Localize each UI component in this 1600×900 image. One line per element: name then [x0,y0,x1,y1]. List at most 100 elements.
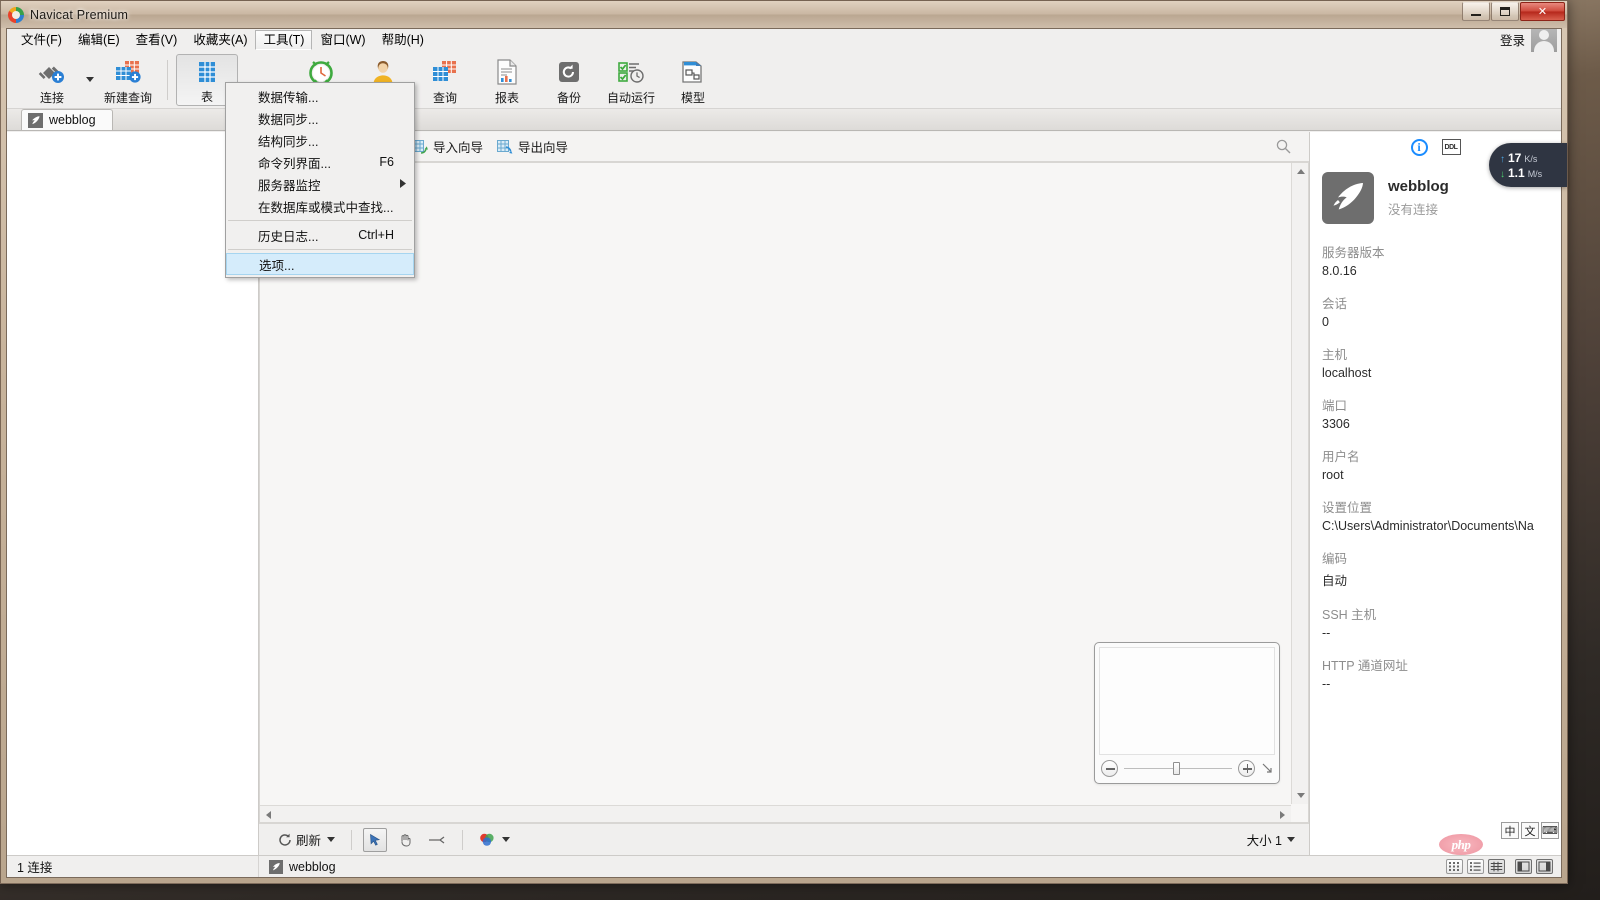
menu-help[interactable]: 帮助(H) [374,30,432,50]
scroll-up-button[interactable] [1292,163,1308,180]
close-button[interactable]: ✕ [1520,2,1565,21]
export-wizard-button[interactable]: 导出向导 [497,137,568,156]
chevron-down-icon[interactable] [1287,837,1295,842]
avatar[interactable] [1531,29,1557,52]
field-value: 0 [1322,315,1329,329]
menu-edit[interactable]: 编辑(E) [70,30,128,50]
toolbar-backup-button[interactable]: 备份 [538,54,600,106]
login-area: 登录 [1500,29,1557,52]
zoom-slider[interactable] [1124,760,1232,777]
canvas-vertical-scrollbar[interactable] [1291,163,1308,804]
menu-item-label: 数据传输... [258,90,319,105]
pane-left-icon[interactable] [1515,859,1532,874]
refresh-button[interactable]: 刷新 [273,828,340,852]
field-value: localhost [1322,366,1372,380]
maximize-button[interactable] [1491,2,1519,21]
login-link[interactable]: 登录 [1500,30,1525,49]
connection-tab-webblog[interactable]: webblog [21,109,113,130]
connection-dropdown-caret[interactable] [83,54,97,106]
field-value: -- [1322,677,1331,691]
automation-icon [616,58,646,86]
menu-item-label: 历史日志... [258,229,319,244]
diagram-toolbar: 刷新 大小 1 [259,823,1309,855]
toolbar-connection-button[interactable]: 连接 [21,54,83,106]
upload-speed-value: 17 [1508,150,1522,165]
toolbar-report-button[interactable]: 报表 [476,54,538,106]
field-label: 主机 [1322,348,1348,362]
grid-view-icon[interactable] [1446,859,1463,874]
pointer-tool-button[interactable] [363,827,388,852]
dolphin-icon [269,859,283,874]
zoom-in-icon[interactable] [1238,759,1255,777]
toolbar-backup-label: 备份 [556,90,581,105]
diagram-toolbar-separator [351,829,353,850]
menu-item-find-in-database[interactable]: 在数据库或模式中查找... [226,195,414,217]
info-field-port: 端口 3306 [1322,395,1549,431]
ime-key-chinese[interactable]: 中 [1501,822,1519,839]
overview-canvas[interactable] [1099,647,1275,755]
menu-view[interactable]: 查看(V) [128,30,186,50]
ime-key-keyboard[interactable]: ⌨ [1541,822,1559,839]
detail-view-icon[interactable] [1488,859,1505,874]
toolbar-separator [167,59,168,100]
field-label: SSH 主机 [1322,608,1377,622]
zoom-slider-thumb[interactable] [1172,761,1180,775]
minimize-button[interactable] [1462,2,1490,21]
field-label: 服务器版本 [1322,246,1385,260]
info-icon[interactable]: i [1410,138,1428,156]
network-speed-badge[interactable]: ↑ 17 K/s ↓ 1.1 M/s [1489,143,1567,187]
search-icon[interactable] [1276,139,1291,157]
toolbar-new-query-button[interactable]: 新建查询 [97,54,159,106]
menu-item-options[interactable]: 选项... [226,253,414,275]
hand-tool-button[interactable] [393,828,417,852]
info-pane-fields: 服务器版本 8.0.16 会话 0 主机 localhost 端口 3306 用… [1310,224,1561,691]
menu-separator-2 [228,249,412,250]
canvas-horizontal-scrollbar[interactable] [260,805,1291,822]
info-connection-status: 没有连接 [1388,203,1439,217]
new-query-icon [113,58,143,86]
toolbar-automation-button[interactable]: 自动运行 [600,54,662,106]
pane-right-icon[interactable] [1536,859,1553,874]
diagram-toolbar-separator-2 [462,829,464,850]
menu-tools[interactable]: 工具(T) [255,29,313,50]
import-wizard-button[interactable]: 导入向导 [412,137,483,156]
ime-indicator[interactable]: 中 文 ⌨ [1501,822,1559,839]
tools-dropdown-menu[interactable]: 数据传输... 数据同步... 结构同步... 命令列界面... F6 服务器监… [225,82,415,278]
relation-link-tool-button[interactable] [423,828,451,852]
menu-item-command-line[interactable]: 命令列界面... F6 [226,151,414,173]
menu-item-data-transfer[interactable]: 数据传输... [226,85,414,107]
toolbar-model-button[interactable]: 模型 [662,54,724,106]
chevron-down-icon[interactable] [502,837,511,842]
menu-favorites[interactable]: 收藏夹(A) [185,30,255,50]
menu-file[interactable]: 文件(F) [13,30,70,50]
zoom-out-icon[interactable] [1101,759,1118,777]
connection-plug-icon [37,58,67,86]
title-bar: Navicat Premium ✕ [1,1,1567,28]
toolbar-query-button[interactable]: 查询 [414,54,476,106]
menu-separator-1 [228,220,412,221]
query-icon [430,58,460,86]
field-value: -- [1322,626,1331,640]
menu-item-server-monitor[interactable]: 服务器监控 [226,173,414,195]
menu-item-label: 服务器监控 [258,178,321,193]
menu-item-structure-sync[interactable]: 结构同步... [226,129,414,151]
upload-speed-unit: K/s [1524,153,1538,164]
color-palette-button[interactable] [474,828,515,852]
navigation-pane[interactable] [7,132,259,855]
scroll-down-button[interactable] [1292,787,1308,804]
status-connection-label: webblog [289,859,336,874]
chevron-down-icon[interactable] [327,837,336,842]
expand-corner-icon[interactable] [1261,762,1273,774]
ime-key-text[interactable]: 文 [1521,822,1539,839]
menu-item-data-sync[interactable]: 数据同步... [226,107,414,129]
menu-window[interactable]: 窗口(W) [312,30,373,50]
hand-icon [401,833,411,847]
scroll-right-button[interactable] [1274,806,1291,822]
scroll-left-button[interactable] [260,806,277,822]
chevron-down-icon [86,77,94,82]
list-view-icon[interactable] [1467,859,1484,874]
size-control[interactable]: 大小 1 [1247,830,1295,849]
ddl-icon[interactable]: DDL [1441,139,1461,155]
menu-item-history-log[interactable]: 历史日志... Ctrl+H [226,224,414,246]
field-label: 会话 [1322,297,1348,311]
